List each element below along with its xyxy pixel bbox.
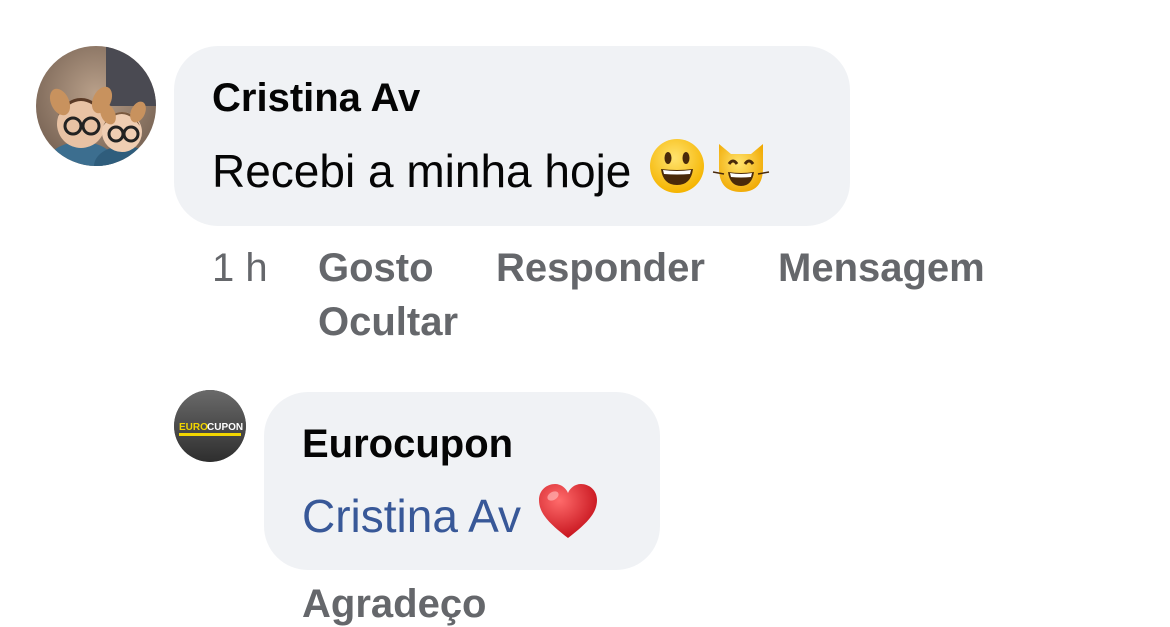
- avatar-cristina[interactable]: [36, 46, 156, 166]
- avatar-eurocupon[interactable]: EURO CUPON: [174, 390, 246, 462]
- svg-text:CUPON: CUPON: [207, 422, 243, 433]
- comment-text: Recebi a minha hoje: [212, 139, 771, 198]
- comment-author[interactable]: Cristina Av: [212, 76, 420, 120]
- reply-text: Cristina Av: [302, 484, 599, 546]
- reply-author[interactable]: Eurocupon: [302, 422, 513, 466]
- hide-button[interactable]: Ocultar: [318, 300, 458, 345]
- comment-cristina: Cristina Av Recebi a minha hoje 1 h Gost…: [0, 0, 1170, 360]
- red-heart-icon: [537, 482, 599, 550]
- eurocupon-logo-icon: EURO CUPON: [174, 390, 246, 462]
- comment-timestamp[interactable]: 1 h: [212, 246, 268, 291]
- grinning-face-icon: [649, 138, 705, 204]
- reply-eurocupon: EURO CUPON Eurocupon Cristina Av Agradeç…: [0, 380, 1170, 626]
- svg-text:EURO: EURO: [179, 422, 208, 433]
- comment-text-label: Recebi a minha hoje: [212, 145, 632, 197]
- like-button[interactable]: Gosto: [318, 246, 434, 291]
- message-button[interactable]: Mensagem: [778, 246, 985, 291]
- grinning-cat-face-icon: [711, 138, 771, 204]
- profile-photo-icon: [36, 46, 156, 166]
- mention-link[interactable]: Cristina Av: [302, 490, 521, 542]
- reply-button[interactable]: Responder: [496, 246, 705, 291]
- reply-action-partial[interactable]: Agradeço: [302, 582, 487, 627]
